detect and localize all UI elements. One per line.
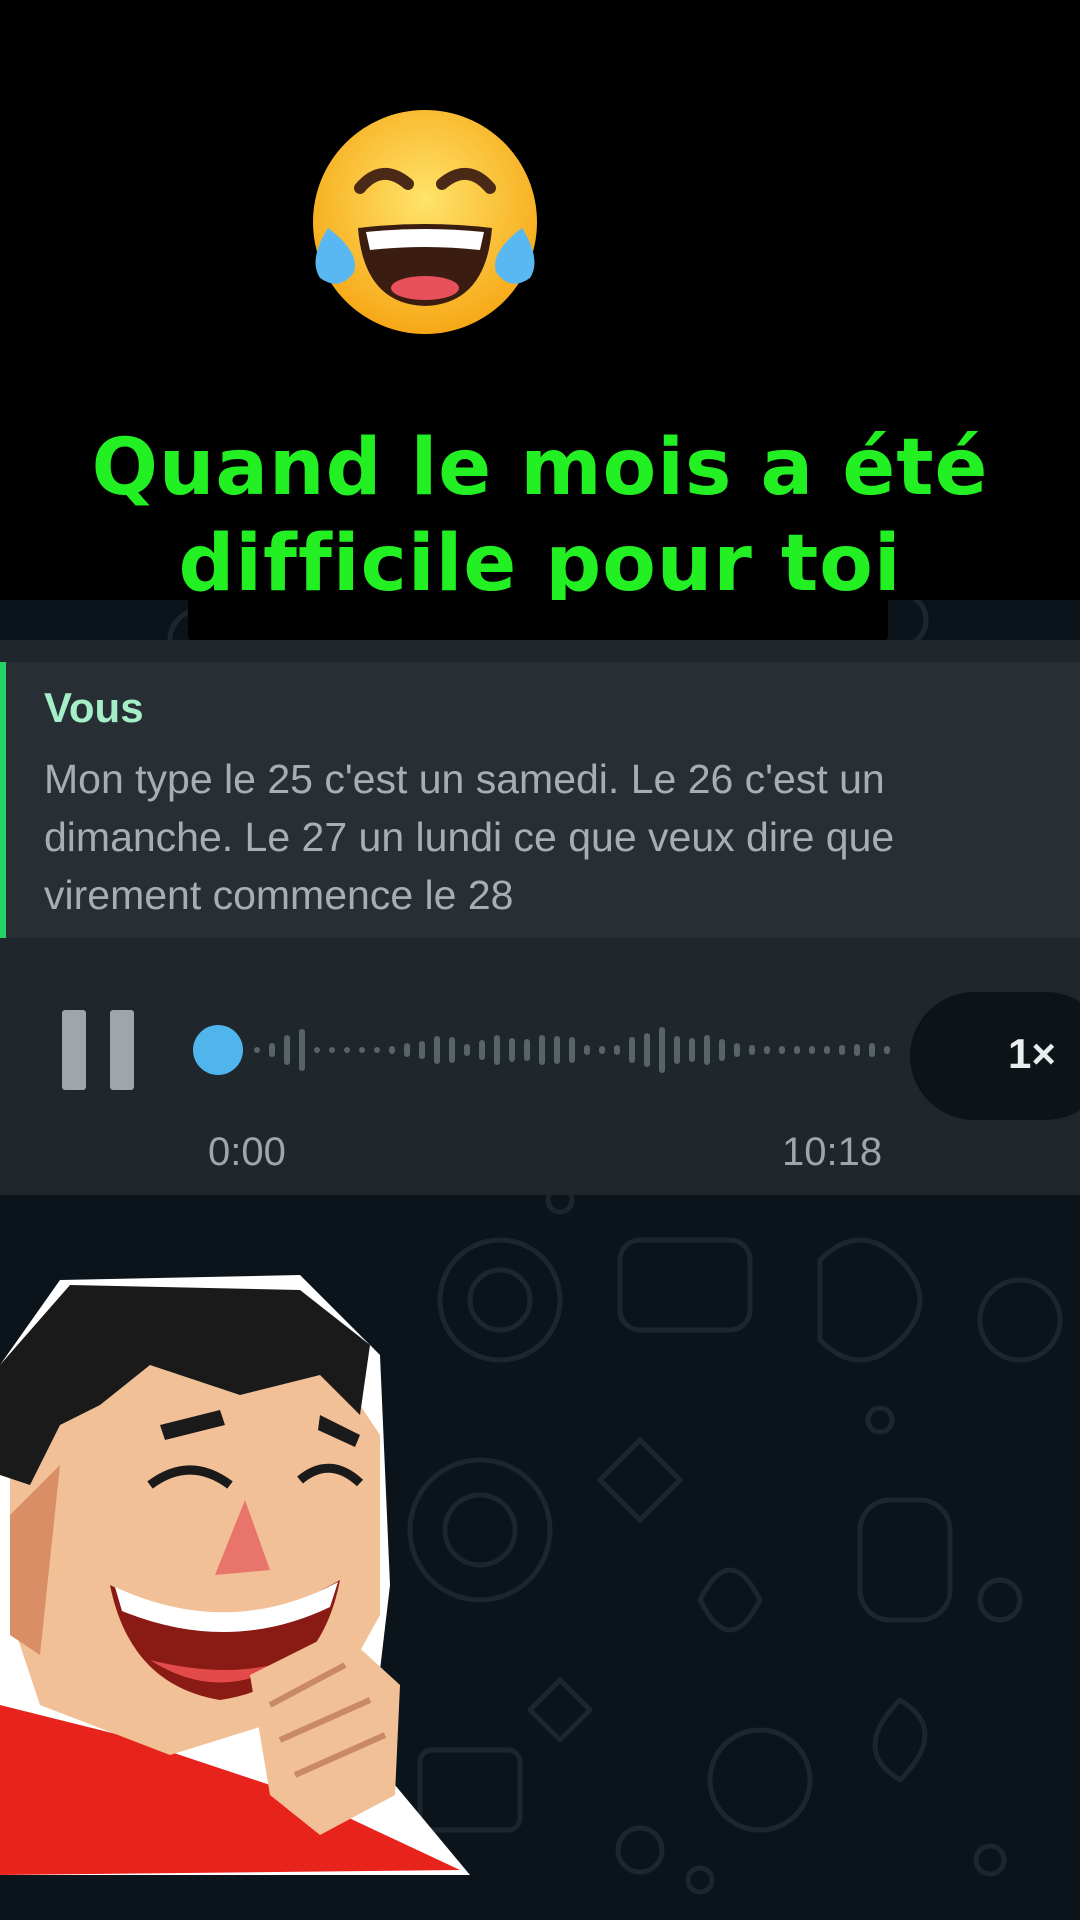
pause-icon-bar-left [62,1010,86,1090]
waveform-bar [404,1043,410,1057]
quoted-reply[interactable]: Vous Mon type le 25 c'est un samedi. Le … [0,662,1080,938]
playback-speed-label: 1× [1008,1030,1056,1077]
waveform-bar [704,1035,710,1065]
waveform-bar [269,1043,275,1057]
waveform-bar [554,1036,560,1064]
waveform-bar [419,1041,425,1059]
waveform-bar [314,1047,320,1053]
waveform-bar [524,1039,530,1061]
waveform-bar [794,1046,800,1054]
waveform-bar [344,1047,350,1053]
waveform-bar [674,1036,680,1064]
waveform-bar [614,1045,620,1055]
playback-position-handle[interactable] [193,1025,243,1075]
waveform-bar [494,1035,500,1065]
playback-speed-button[interactable]: 1× [910,992,1080,1120]
waveform-bar [779,1046,785,1054]
meme-caption: Quand le mois a été difficile pour toi [91,423,989,609]
waveform-bar [824,1046,830,1054]
waveform-bar [659,1027,665,1073]
waveform-bar [734,1043,740,1057]
pause-button[interactable] [62,1010,136,1090]
waveform-bar [839,1045,845,1055]
waveform-bar [719,1039,725,1061]
waveform-bar [809,1046,815,1054]
laughing-man-sticker[interactable] [0,1235,500,1885]
waveform-bar [854,1044,860,1056]
waveform-bar [764,1046,770,1054]
waveform-bar [449,1037,455,1063]
waveform-bar [359,1047,365,1053]
elapsed-time: 0:00 [208,1130,286,1174]
waveform-bar [254,1047,260,1053]
waveform-bar [629,1037,635,1063]
face-with-tears-of-joy-icon [313,110,537,334]
waveform-bar [539,1035,545,1065]
quote-text: Mon type le 25 c'est un samedi. Le 26 c'… [44,756,895,918]
waveform-bar [584,1045,590,1055]
waveform-bar [884,1046,890,1054]
waveform-bar [299,1029,305,1071]
caption-background-bar [188,600,888,644]
waveform-bar [329,1047,335,1053]
waveform-bar [509,1038,515,1062]
audio-waveform-slider[interactable] [192,1005,892,1095]
total-duration: 10:18 [782,1130,883,1174]
waveform-bar [434,1036,440,1064]
waveform-bar [569,1037,575,1063]
waveform-bar [479,1040,485,1060]
waveform-bar [749,1045,755,1055]
waveform-bar [374,1047,380,1053]
waveform-bar [389,1046,395,1054]
waveform-bar [869,1043,875,1057]
waveform-bar [599,1046,605,1054]
waveform-bar [464,1044,470,1056]
waveform-bar [644,1033,650,1067]
quote-author: Vous [44,684,144,731]
pause-icon-bar-right [110,1010,134,1090]
meme-header: Quand le mois a été difficile pour toi [0,0,1080,609]
waveform-bar [284,1035,290,1065]
waveform-bar [689,1038,695,1062]
